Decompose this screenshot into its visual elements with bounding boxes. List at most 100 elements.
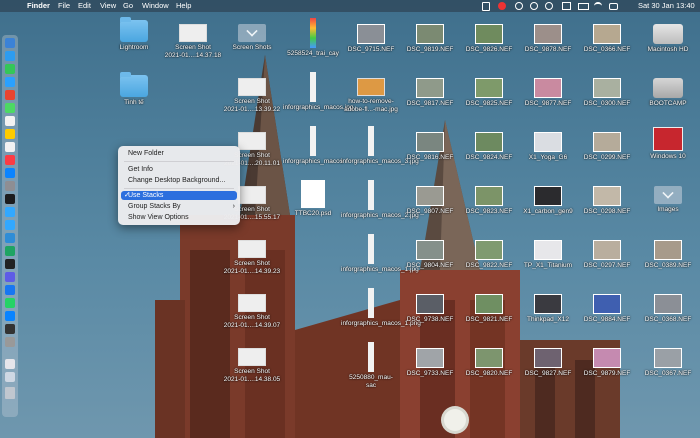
desktop-icon[interactable]: inforgraphics_macos.jpg [283, 72, 353, 112]
status-icon[interactable] [545, 2, 553, 10]
desktop-icon[interactable]: Screen Shot 2021-01....14.38.05 [222, 348, 282, 383]
desktop-icon[interactable]: DSC_9879.NEF [577, 348, 637, 378]
desktop-icon[interactable]: 5258524_trai_cay [283, 18, 343, 58]
desktop-icon[interactable]: Screen Shot 2021-01....14.37.18 [163, 24, 223, 59]
desktop-icon[interactable]: DSC_0298.NEF [577, 186, 637, 216]
battery-icon[interactable] [578, 3, 589, 10]
menu-help[interactable]: Help [176, 0, 191, 12]
messenger-icon[interactable] [5, 285, 15, 295]
desktop-icon[interactable]: Screen Shot 2021-01....14.39.07 [222, 294, 282, 329]
menu-item-new-folder[interactable]: New Folder [118, 149, 240, 158]
menu-item-group-stacks-by[interactable]: Group Stacks By › [118, 202, 240, 211]
reminders-icon[interactable] [5, 142, 15, 152]
music-icon[interactable] [5, 155, 15, 165]
finder-icon[interactable] [5, 38, 15, 48]
folder-stack-icon[interactable] [5, 372, 15, 382]
desktop-icon[interactable]: inforgraphics_macos [283, 126, 343, 166]
messages-icon[interactable] [5, 64, 15, 74]
lightroom-icon[interactable] [5, 220, 15, 230]
desktop-icon[interactable]: DSC_9827.NEF [518, 348, 578, 378]
desktop-icon[interactable]: DSC_0299.NEF [577, 132, 637, 162]
desktop-icon[interactable]: DSC_9826.NEF [459, 24, 519, 54]
zalo-icon[interactable] [5, 311, 15, 321]
menu-item-use-stacks[interactable]: ✓ Use Stacks [121, 191, 237, 200]
desktop-icon[interactable]: DSC_9804.NEF [400, 240, 460, 270]
desktop-icon[interactable]: Macintosh HD [638, 24, 698, 54]
desktop-icon[interactable]: 5250880_mau- sac [341, 342, 401, 389]
facetime-icon[interactable] [5, 103, 15, 113]
desktop-icon[interactable]: TTBC20.psd [283, 180, 343, 218]
mail-icon[interactable] [5, 77, 15, 87]
menu-view[interactable]: View [100, 0, 116, 12]
desktop-icon[interactable]: DSC_9733.NEF [400, 348, 460, 378]
menu-file[interactable]: File [58, 0, 70, 12]
desktop-icon[interactable]: inforgraphics_macos_2.jpg [341, 180, 419, 220]
desktop-icon[interactable]: DSC_9878.NEF [518, 24, 578, 54]
apple-tv-icon[interactable] [5, 324, 15, 334]
photoshop-icon[interactable] [5, 207, 15, 217]
word-icon[interactable] [5, 233, 15, 243]
desktop-icon[interactable]: Tinh tế [104, 72, 164, 107]
desktop-icon[interactable]: DSC_9807.NEF [400, 186, 460, 216]
desktop-icon[interactable]: DSC_9884.NEF [577, 294, 637, 324]
photos-icon[interactable] [5, 90, 15, 100]
time-machine-icon[interactable] [530, 2, 538, 10]
desktop-icon[interactable]: DSC_9877.NEF [518, 78, 578, 108]
menu-item-change-desktop-background[interactable]: Change Desktop Background... [118, 176, 240, 185]
desktop-icon[interactable]: DSC_9820.NEF [459, 348, 519, 378]
whatsapp-icon[interactable] [5, 298, 15, 308]
wifi-icon[interactable] [594, 2, 602, 9]
desktop-icon[interactable]: DSC_9823.NEF [459, 186, 519, 216]
menubar-clock[interactable]: Sat 30 Jan 13:40 [638, 0, 695, 12]
app-icon-3[interactable] [5, 337, 15, 347]
desktop-icon[interactable]: DSC_9821.NEF [459, 294, 519, 324]
desktop-icon[interactable]: DSC_0368.NEF [638, 294, 698, 324]
desktop-icon[interactable]: DSC_0300.NEF [577, 78, 637, 108]
menu-edit[interactable]: Edit [78, 0, 91, 12]
desktop-icon[interactable]: DSC_9824.NEF [459, 132, 519, 162]
menu-finder[interactable]: Finder [27, 0, 50, 12]
desktop-icon[interactable]: DSC_9817.NEF [400, 78, 460, 108]
desktop-icon[interactable]: DSC_0366.NEF [577, 24, 637, 54]
control-center-icon[interactable] [609, 3, 618, 10]
desktop-icon[interactable]: BOOTCAMP [638, 78, 698, 108]
calendar-icon[interactable] [5, 116, 15, 126]
record-icon[interactable] [498, 2, 506, 10]
desktop-icon[interactable]: Screen Shots [222, 24, 282, 52]
safari-icon[interactable] [5, 51, 15, 61]
desktop-icon[interactable]: DSC_9738.NEF [400, 294, 460, 324]
display-icon[interactable] [562, 2, 571, 10]
menu-window[interactable]: Window [142, 0, 169, 12]
desktop-icon[interactable]: Images [638, 186, 698, 214]
menu-go[interactable]: Go [123, 0, 133, 12]
sync-icon[interactable] [515, 2, 523, 10]
vpn-icon[interactable] [482, 2, 490, 11]
excel-icon[interactable] [5, 246, 15, 256]
desktop-icon[interactable]: Thinkpad_X12 [518, 294, 578, 324]
desktop-icon[interactable]: X1_Yoga_G6 [518, 132, 578, 162]
desktop-icon[interactable]: DSC_9715.NEF [341, 24, 401, 54]
notes-icon[interactable] [5, 129, 15, 139]
desktop-icon[interactable]: DSC_0297.NEF [577, 240, 637, 270]
trash-icon[interactable] [5, 387, 15, 399]
desktop-icon[interactable]: DSC_0367.NEF [638, 348, 698, 378]
settings-icon[interactable] [5, 181, 15, 191]
desktop-icon[interactable]: Screen Shot 2021-01....13.39.22 [222, 78, 282, 113]
app-store-icon[interactable] [5, 168, 15, 178]
downloads-icon[interactable] [5, 359, 15, 369]
app-icon[interactable] [5, 259, 15, 269]
desktop-icon[interactable]: X1_carbon_gen9 [518, 186, 578, 216]
desktop-icon[interactable]: how-to-remove- adobe-fl...-mac.jpg [341, 78, 401, 113]
desktop-icon[interactable]: Screen Shot 2021-01....14.39.23 [222, 240, 282, 275]
desktop-icon[interactable]: DSC_9822.NEF [459, 240, 519, 270]
desktop-icon[interactable]: DSC_0389.NEF [638, 240, 698, 270]
app-icon-2[interactable] [5, 272, 15, 282]
terminal-icon[interactable] [5, 194, 15, 204]
desktop-icon[interactable]: TP_X1_Titanium [518, 240, 578, 270]
desktop-icon[interactable]: inforgraphics_macos_1.jpg [341, 234, 419, 274]
menu-item-get-info[interactable]: Get Info [118, 165, 240, 174]
desktop-icon[interactable]: DSC_9825.NEF [459, 78, 519, 108]
desktop-icon[interactable]: DSC_9816.NEF [400, 132, 460, 162]
desktop-icon[interactable]: inforgraphics_macos_3.jpg [341, 126, 419, 166]
desktop-icon[interactable]: DSC_9819.NEF [400, 24, 460, 54]
